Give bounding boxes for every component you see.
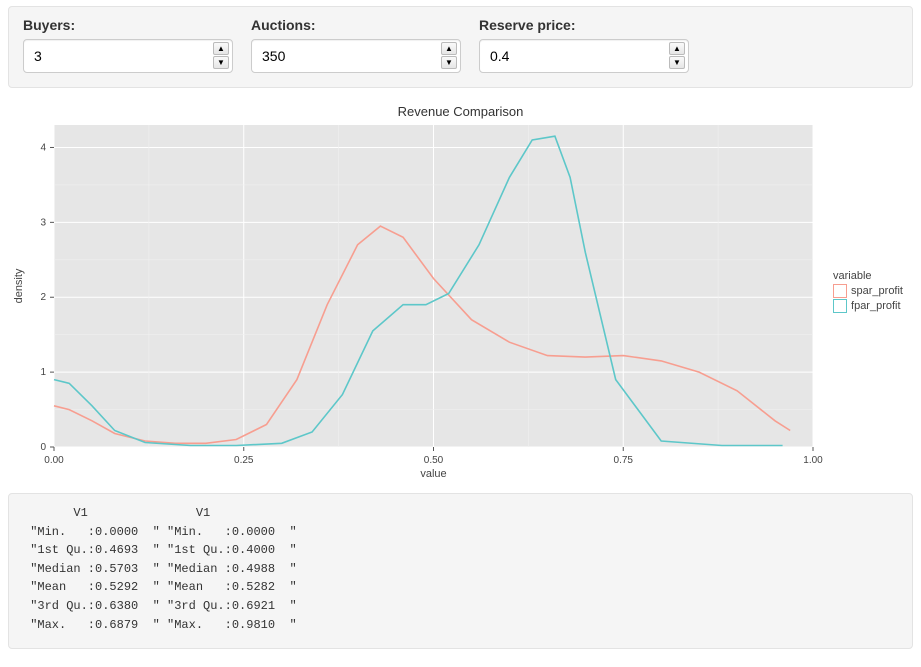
svg-text:0.25: 0.25 — [234, 455, 254, 466]
svg-text:0.75: 0.75 — [614, 455, 634, 466]
buyers-input[interactable] — [23, 39, 233, 73]
chart-legend: variable spar_profit fpar_profit — [833, 270, 903, 313]
svg-text:value: value — [420, 468, 446, 480]
svg-text:density: density — [13, 268, 25, 303]
legend-title: variable — [833, 270, 903, 282]
svg-text:4: 4 — [40, 142, 46, 153]
reserve-price-label: Reserve price: — [479, 17, 689, 33]
buyers-step-down[interactable]: ▼ — [213, 56, 229, 69]
auctions-stepper: ▲ ▼ — [441, 42, 457, 69]
buyers-label: Buyers: — [23, 17, 233, 33]
auctions-step-down[interactable]: ▼ — [441, 56, 457, 69]
legend-swatch-spar — [833, 284, 847, 298]
auctions-input[interactable] — [251, 39, 461, 73]
chart-container: Revenue Comparison 0.000.250.500.751.000… — [8, 100, 913, 481]
reserve-price-input[interactable] — [479, 39, 689, 73]
chart-title: Revenue Comparison — [8, 100, 913, 121]
controls-panel: Buyers: ▲ ▼ Auctions: ▲ ▼ Reserve price: — [8, 6, 913, 88]
auctions-step-up[interactable]: ▲ — [441, 42, 457, 55]
auctions-label: Auctions: — [251, 17, 461, 33]
legend-item-spar: spar_profit — [833, 284, 903, 298]
svg-text:1.00: 1.00 — [803, 455, 823, 466]
reserve-price-stepper: ▲ ▼ — [669, 42, 685, 69]
legend-swatch-fpar — [833, 299, 847, 313]
svg-text:3: 3 — [40, 217, 46, 228]
svg-text:2: 2 — [40, 292, 46, 303]
legend-item-fpar: fpar_profit — [833, 299, 903, 313]
svg-text:0.50: 0.50 — [424, 455, 444, 466]
reserve-price-step-down[interactable]: ▼ — [669, 56, 685, 69]
reserve-price-step-up[interactable]: ▲ — [669, 42, 685, 55]
svg-text:0: 0 — [40, 442, 46, 453]
buyers-step-up[interactable]: ▲ — [213, 42, 229, 55]
buyers-stepper: ▲ ▼ — [213, 42, 229, 69]
legend-label-spar: spar_profit — [851, 285, 903, 297]
summary-output: V1 V1 "Min. :0.0000 " "Min. :0.0000 " "1… — [8, 493, 913, 649]
density-chart: 0.00 0.25 0.50 0.75 1.00 0 1 2 3 4 value density — [8, 121, 913, 481]
svg-text:1: 1 — [40, 367, 46, 378]
svg-text:0.00: 0.00 — [44, 455, 64, 466]
legend-label-fpar: fpar_profit — [851, 300, 901, 312]
